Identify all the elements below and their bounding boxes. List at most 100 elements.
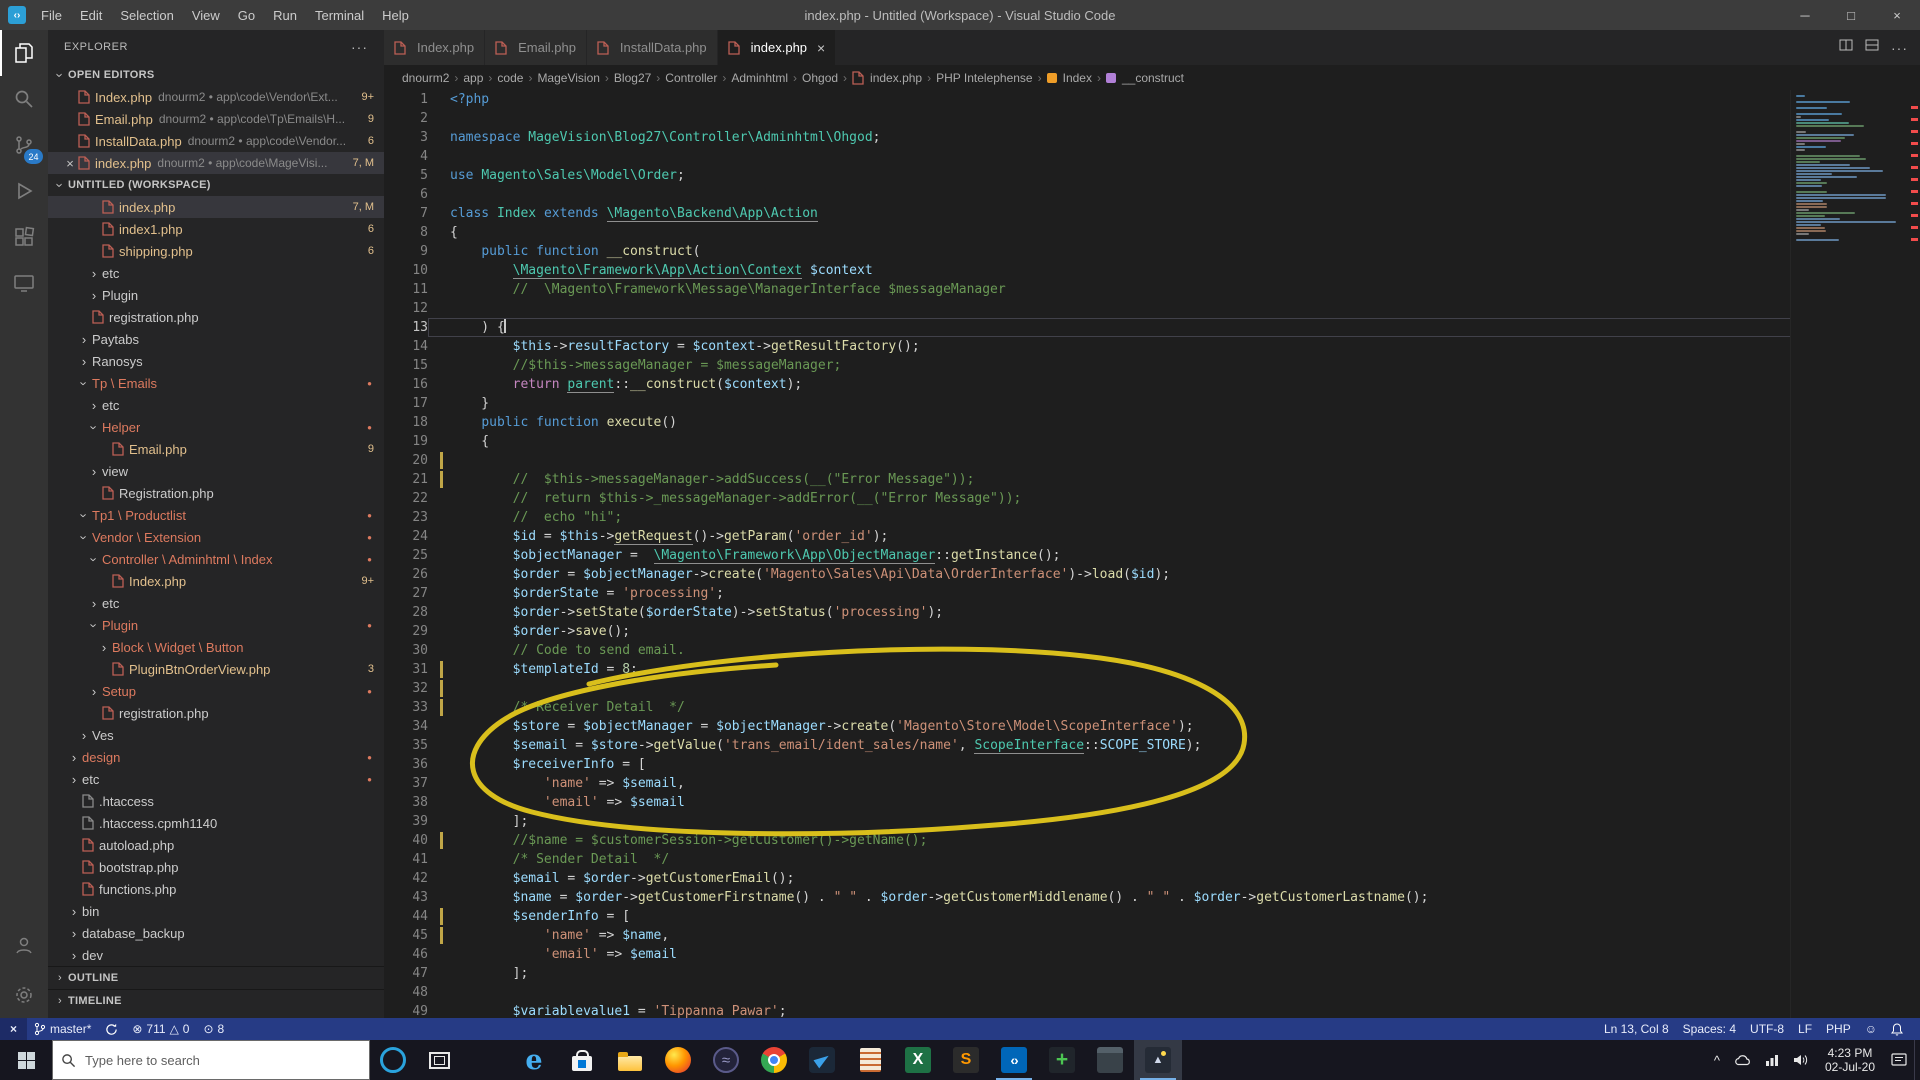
tree-folder-etc[interactable]: › etc <box>48 262 384 284</box>
settings-gear-icon[interactable] <box>0 972 48 1018</box>
menu-item-go[interactable]: Go <box>229 0 264 30</box>
remote-explorer-icon[interactable] <box>0 260 48 306</box>
onedrive-cloud-icon[interactable] <box>1727 1040 1758 1080</box>
tab-email-php[interactable]: Email.php <box>485 30 587 65</box>
open-editor-index-php[interactable]: × index.php dnourm2 • app\code\MageVisi...… <box>48 152 384 174</box>
microsoft-app-icon[interactable] <box>462 1040 510 1080</box>
code-line[interactable]: 45 'name' => $name, <box>384 926 1796 945</box>
tree-folder-tp1-productlist[interactable]: › Tp1 \ Productlist ● <box>48 504 384 526</box>
menu-item-selection[interactable]: Selection <box>111 0 182 30</box>
cursor-position[interactable]: Ln 13, Col 8 <box>1597 1018 1676 1040</box>
code-line[interactable]: 16 return parent::__construct($context); <box>384 375 1796 394</box>
tree-folder-vendor-extension[interactable]: › Vendor \ Extension ● <box>48 526 384 548</box>
feedback-smiley-icon[interactable]: ☺ <box>1858 1018 1884 1040</box>
menu-item-edit[interactable]: Edit <box>71 0 111 30</box>
edge-icon[interactable]: e <box>510 1040 558 1080</box>
tree-file-index-php[interactable]: Index.php 9+ <box>48 570 384 592</box>
tree-folder-ranosys[interactable]: › Ranosys <box>48 350 384 372</box>
code-line[interactable]: 28 $order->setState($orderState)->setSta… <box>384 603 1796 622</box>
breadcrumb-item-blog27[interactable]: Blog27 <box>612 71 653 85</box>
code-line[interactable]: 33 /* Receiver Detail */ <box>384 698 1796 717</box>
tree-file-shipping-php[interactable]: shipping.php 6 <box>48 240 384 262</box>
close-icon[interactable]: × <box>817 40 825 56</box>
tree-folder-database-backup[interactable]: › database_backup <box>48 922 384 944</box>
start-button[interactable] <box>0 1040 52 1080</box>
code-line[interactable]: 29 $order->save(); <box>384 622 1796 641</box>
code-line[interactable]: 9 public function __construct( <box>384 242 1796 261</box>
tree-folder-plugin[interactable]: › Plugin <box>48 284 384 306</box>
code-line[interactable]: 35 $semail = $store->getValue('trans_ema… <box>384 736 1796 755</box>
search-icon[interactable] <box>0 76 48 122</box>
breadcrumb-item-index[interactable]: Index <box>1061 71 1094 85</box>
code-line[interactable]: 7 class Index extends \Magento\Backend\Ap… <box>384 204 1796 223</box>
workspace-header[interactable]: › UNTITLED (WORKSPACE) <box>48 174 384 196</box>
taskbar-search[interactable] <box>52 1040 370 1080</box>
more-actions-icon[interactable]: ··· <box>1891 40 1908 56</box>
code-line[interactable]: 30 // Code to send email. <box>384 641 1796 660</box>
code-line[interactable]: 44 $senderInfo = [ <box>384 907 1796 926</box>
maximize-button[interactable]: □ <box>1828 0 1874 30</box>
breadcrumb-item-code[interactable]: code <box>495 71 525 85</box>
tree-folder-helper[interactable]: › Helper ● <box>48 416 384 438</box>
account-icon[interactable] <box>0 922 48 968</box>
sublime-text-icon[interactable]: S <box>942 1040 990 1080</box>
code-line[interactable]: 6 <box>384 185 1796 204</box>
code-line[interactable]: 18 public function execute() <box>384 413 1796 432</box>
tree-folder-block-widget-button[interactable]: › Block \ Widget \ Button <box>48 636 384 658</box>
tree-file-registration-php[interactable]: registration.php <box>48 702 384 724</box>
indentation-setting[interactable]: Spaces: 4 <box>1676 1018 1743 1040</box>
tab-index-php[interactable]: Index.php <box>384 30 486 65</box>
code-line[interactable]: 10 \Magento\Framework\App\Action\Context… <box>384 261 1796 280</box>
volume-icon[interactable] <box>1786 1040 1816 1080</box>
show-desktop-button[interactable] <box>1914 1040 1920 1080</box>
encoding-setting[interactable]: UTF-8 <box>1743 1018 1791 1040</box>
breadcrumb-item-ohgod[interactable]: Ohgod <box>800 71 840 85</box>
breadcrumb-item-construct[interactable]: __construct <box>1120 71 1186 85</box>
tree-file-bootstrap-php[interactable]: bootstrap.php <box>48 856 384 878</box>
tree-file-registration-php[interactable]: registration.php <box>48 306 384 328</box>
code-line[interactable]: 1 <?php <box>384 90 1796 109</box>
taskbar-clock[interactable]: 4:23 PM 02-Jul-20 <box>1816 1046 1884 1074</box>
code-line[interactable]: 22 // return $this->_messageManager->add… <box>384 489 1796 508</box>
code-line[interactable]: 49 $variablevalue1 = 'Tippanna Pawar'; <box>384 1002 1796 1018</box>
tree-folder-design[interactable]: › design ● <box>48 746 384 768</box>
code-line[interactable]: 15 //$this->messageManager = $messageMan… <box>384 356 1796 375</box>
split-editor-icon[interactable] <box>1839 38 1853 57</box>
ports-indicator[interactable]: ⊙ 8 <box>196 1018 231 1040</box>
tree-folder-plugin[interactable]: › Plugin ● <box>48 614 384 636</box>
file-explorer-icon[interactable] <box>606 1040 654 1080</box>
minimap[interactable] <box>1790 90 1906 1018</box>
run-debug-icon[interactable] <box>0 168 48 214</box>
breadcrumb-item-controller[interactable]: Controller <box>663 71 719 85</box>
timeline-header[interactable]: › TIMELINE <box>48 989 384 1012</box>
code-line[interactable]: 20 <box>384 451 1796 470</box>
code-line[interactable]: 2 <box>384 109 1796 128</box>
tree-folder-bin[interactable]: › bin <box>48 900 384 922</box>
menu-item-run[interactable]: Run <box>264 0 306 30</box>
tree-file-autoload-php[interactable]: autoload.php <box>48 834 384 856</box>
code-line[interactable]: 4 <box>384 147 1796 166</box>
firefox-icon[interactable] <box>654 1040 702 1080</box>
open-editor-installdata-php[interactable]: InstallData.php dnourm2 • app\code\Vendor… <box>48 130 384 152</box>
eol-setting[interactable]: LF <box>1791 1018 1819 1040</box>
tree-file-pluginbtnorderview-php[interactable]: PluginBtnOrderView.php 3 <box>48 658 384 680</box>
cortana-button[interactable] <box>370 1040 416 1080</box>
tree-folder-paytabs[interactable]: › Paytabs <box>48 328 384 350</box>
code-line[interactable]: 11 // \Magento\Framework\Message\Manager… <box>384 280 1796 299</box>
problems-indicator[interactable]: ⊗ 711 △ 0 <box>125 1018 196 1040</box>
code-line[interactable]: 48 <box>384 983 1796 1002</box>
code-line[interactable]: 36 $receiverInfo = [ <box>384 755 1796 774</box>
code-line[interactable]: 25 $objectManager = \Magento\Framework\A… <box>384 546 1796 565</box>
menu-item-terminal[interactable]: Terminal <box>306 0 373 30</box>
tree-folder-etc[interactable]: › etc <box>48 592 384 614</box>
sync-button[interactable] <box>98 1018 125 1040</box>
code-line[interactable]: 42 $email = $order->getCustomerEmail(); <box>384 869 1796 888</box>
tree-folder-controller-adminhtml-index[interactable]: › Controller \ Adminhtml \ Index ● <box>48 548 384 570</box>
breadcrumb-item-app[interactable]: app <box>461 71 485 85</box>
tree-file-htaccess[interactable]: .htaccess <box>48 790 384 812</box>
notes-app-icon[interactable] <box>846 1040 894 1080</box>
green-plus-app-icon[interactable]: + <box>1038 1040 1086 1080</box>
breadcrumb-item-dnourm2[interactable]: dnourm2 <box>400 71 451 85</box>
editor[interactable]: 1 <?php 2 3 namespace MageVision\Blog27\Cont… <box>384 90 1920 1018</box>
tree-folder-dev[interactable]: › dev <box>48 944 384 966</box>
